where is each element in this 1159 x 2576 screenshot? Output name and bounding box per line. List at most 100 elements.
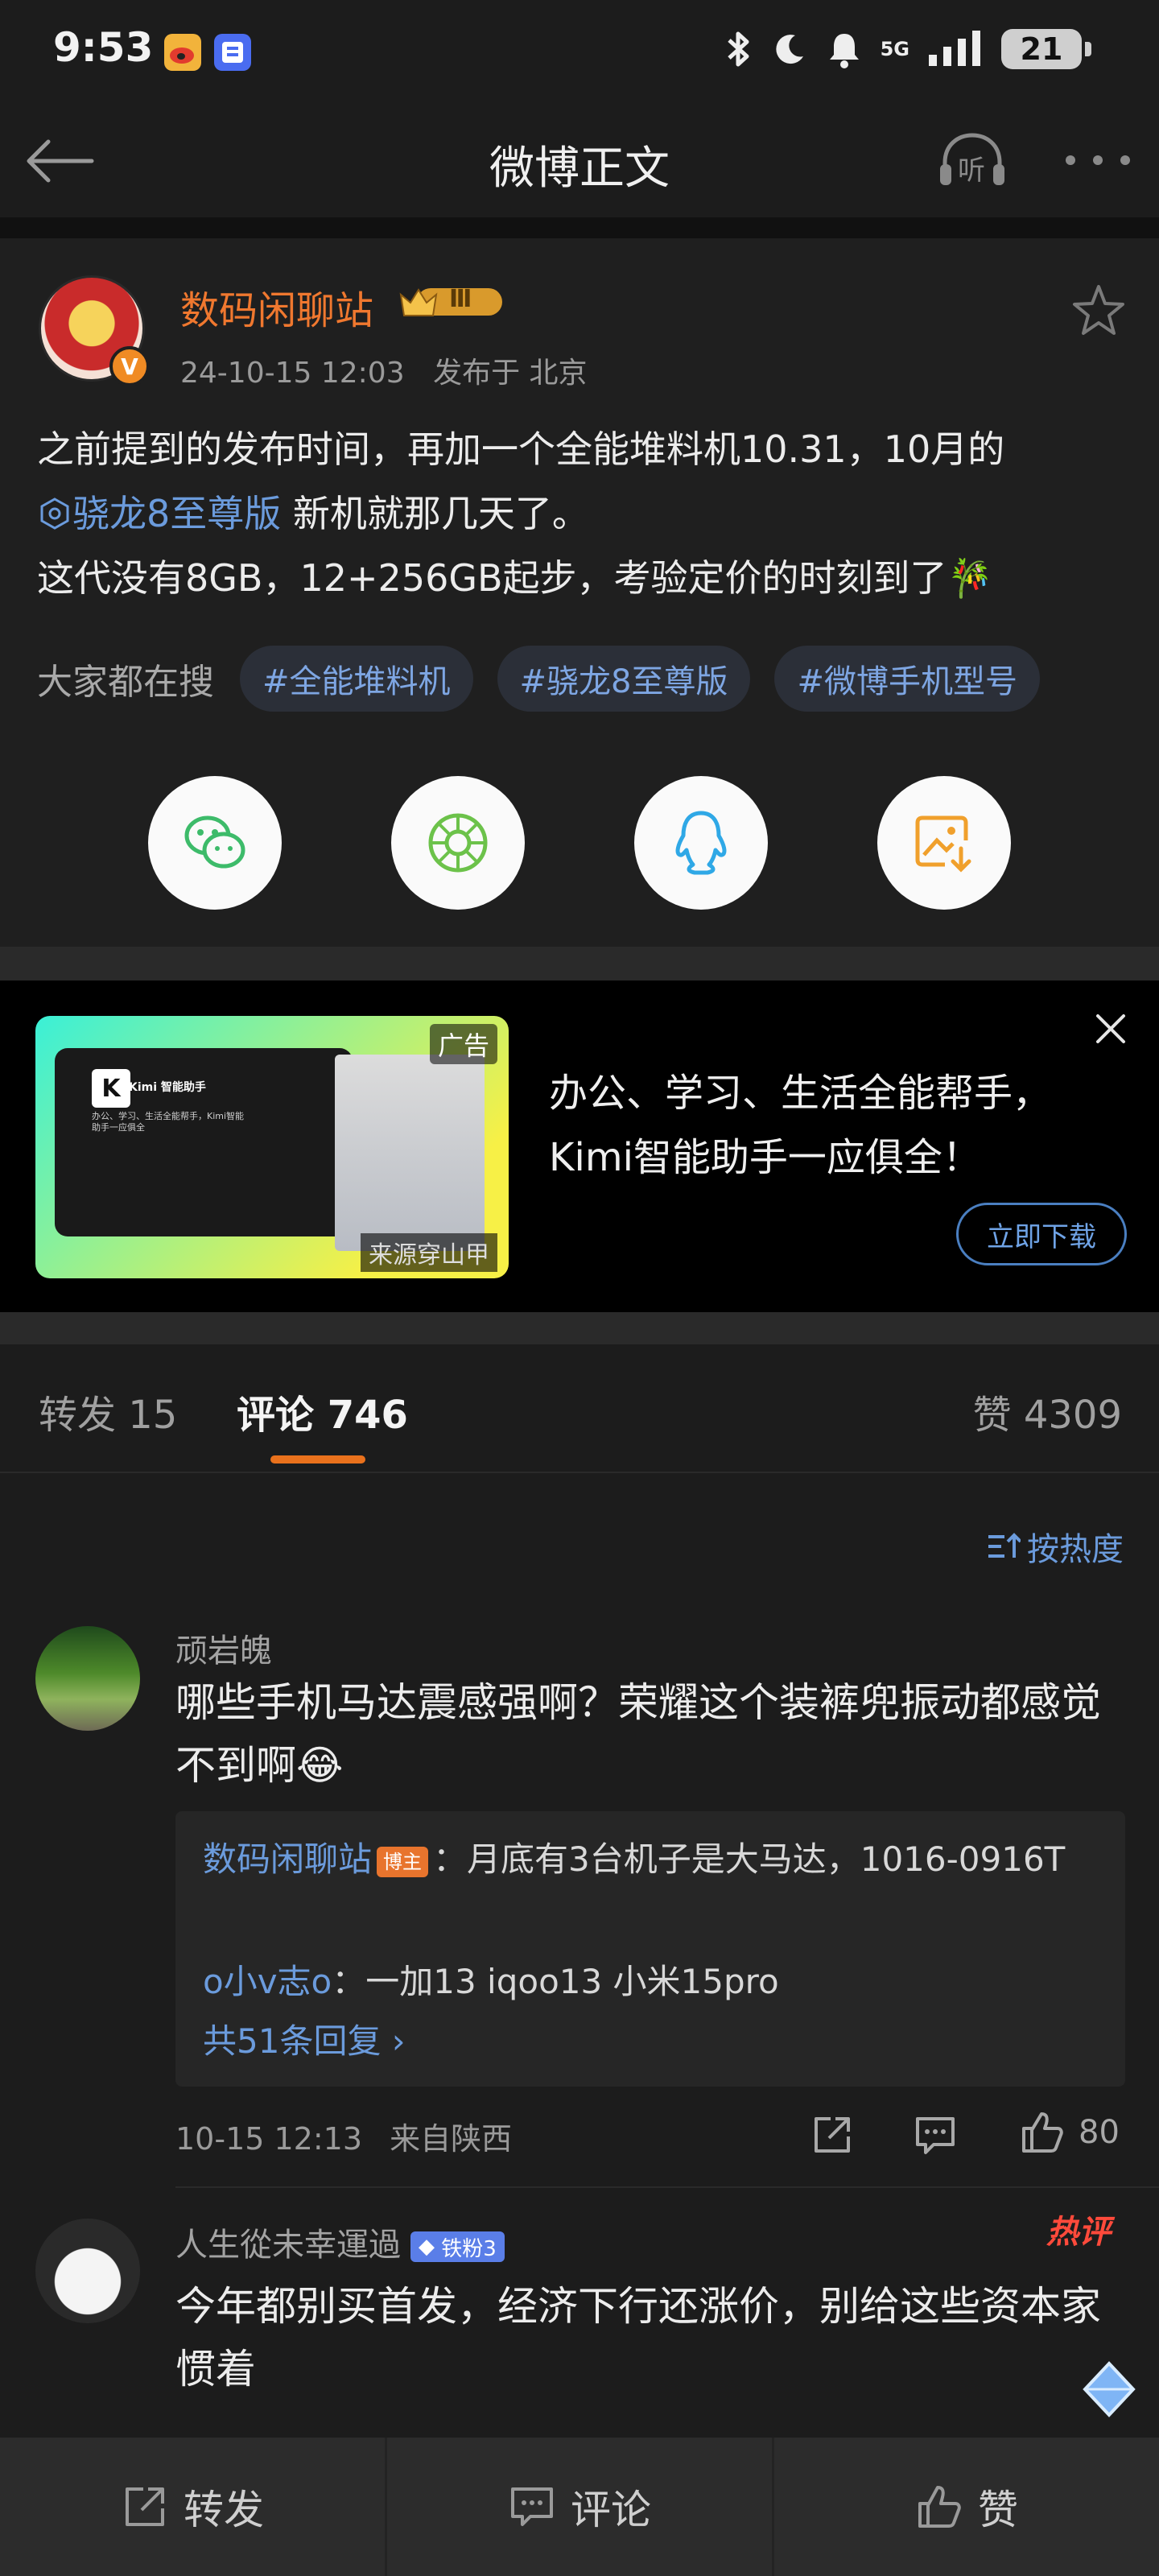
diamond-sticker-icon [1077,2357,1141,2421]
author-name[interactable]: 数码闲聊站 [180,279,373,335]
save-image-icon [915,815,971,873]
reply-text: ：一加13 iqoo13 小米15pro [332,1962,779,2001]
status-indicators: 5G 21 [724,29,1091,69]
post-location: 发布于 北京 [433,357,588,390]
reply-item: 数码闲聊站 博主 ：月底有3台机子是大马达，1016-0916T [203,1829,1104,1890]
search-tag[interactable]: #全能堆料机 [240,646,473,712]
reply-preview[interactable]: 数码闲聊站 博主 ：月底有3台机子是大马达，1016-0916T o小v志o：一加1… [175,1811,1125,2087]
share-moments-button[interactable] [391,776,525,910]
share-row [148,776,1011,910]
repost-button[interactable]: 转发 [0,2438,387,2576]
ad-thumb-title: Kimi 智能助手 [129,1081,206,1094]
comment-meta: 10-15 12:13 来自陕西 [175,2114,512,2158]
ad-banner[interactable]: Kimi 智能助手 办公、学习、生活全能帮手，Kimi智能助手一应俱全 K 广告… [0,980,1159,1312]
share-qq-button[interactable] [634,776,768,910]
sort-button[interactable]: 按热度 [985,1523,1124,1570]
share-icon [815,2117,850,2153]
comment-text: 哪些手机马达震感强啊？荣耀这个装裤兜振动都感觉不到啊😂 [175,1679,1101,1789]
listen-button[interactable]: 听 [934,127,1011,195]
ad-download-button[interactable]: 立即下载 [956,1203,1127,1265]
comment-divider [175,2186,1159,2188]
commenter-name-text[interactable]: 人生從未幸運過 [175,2227,401,2264]
divider [0,1312,1159,1344]
close-icon [1096,1014,1125,1043]
kimi-logo: K [92,1069,130,1108]
tieba-app-icon [214,34,251,71]
post-line-2: 骁龙8至尊版 新机就那几天了。 [37,481,1132,546]
repost-icon [126,2487,164,2526]
fan-badge: ◆ 铁粉3 [410,2231,505,2262]
ad-text-line-1: 办公、学习、生活全能帮手， [549,1071,1052,1116]
wechat-icon [184,815,245,869]
comment-icon [916,2117,955,2154]
tab-likes[interactable]: 赞 4309 [973,1383,1122,1439]
hot-search-row: 大家都在搜 #全能堆料机 #骁龙8至尊版 #微博手机型号 [37,646,1040,712]
signal-icon [929,31,980,66]
reply-text: ：月底有3台机子是大马达，1016-0916T [433,1839,1066,1879]
search-tag[interactable]: #微博手机型号 [774,646,1040,712]
repost-label: 转发 [184,2487,264,2533]
post-line-2-rest: 新机就那几天了。 [292,492,589,535]
topic-link[interactable]: 骁龙8至尊版 [37,492,293,535]
bell-icon [829,34,859,68]
ad-thumb-subtitle: 办公、学习、生活全能帮手，Kimi智能助手一应俱全 [92,1111,245,1133]
commenter-name: 人生從未幸運過 ◆ 铁粉3 [175,2219,505,2265]
tab-repost[interactable]: 转发 15 [39,1383,177,1439]
save-image-button[interactable] [877,776,1011,910]
comment-reply-button[interactable] [913,2112,958,2157]
comment-location: 来自陕西 [390,2121,513,2157]
ad-close-button[interactable] [1091,1009,1130,1048]
topic-label: 骁龙8至尊版 [72,492,282,535]
ad-badge: 广告 [429,1024,497,1064]
bluetooth-icon [727,31,749,67]
comment-label: 评论 [571,2487,651,2533]
qq-icon [675,811,727,875]
more-dots-icon [1066,155,1130,165]
post-line-3: 这代没有8GB，12+256GB起步，考验定价的时刻到了🎋 [37,556,993,600]
thumbs-up-icon [1022,2112,1063,2153]
thumbs-up-icon [918,2486,961,2528]
bottom-action-bar: 转发 评论 赞 [0,2438,1159,2576]
moon-icon [775,35,803,64]
like-button[interactable]: 赞 [774,2438,1159,2576]
hot-comment-badge: 热评 [1046,2214,1111,2251]
share-wechat-button[interactable] [148,776,282,910]
favorite-button[interactable] [1070,282,1127,338]
reply-user[interactable]: 数码闲聊站 [203,1839,372,1879]
level-text: Ⅲ [449,285,472,313]
post-body: 之前提到的发布时间，再加一个全能堆料机10.31，10月的 骁龙8至尊版 新机就… [37,417,1132,610]
more-button[interactable] [1059,140,1136,180]
sort-label: 按热度 [1027,1531,1124,1568]
verified-icon: V [109,346,150,386]
hot-search-label: 大家都在搜 [37,662,214,703]
more-replies-link[interactable]: 共51条回复 › [203,2014,406,2063]
ad-thumb-photo [335,1055,485,1251]
ad-text: 办公、学习、生活全能帮手， Kimi智能助手一应俱全！ [549,1061,1080,1190]
listen-label: 听 [958,155,985,187]
membership-badge[interactable]: Ⅲ [398,282,510,320]
topic-icon [40,497,69,530]
comment-like-button[interactable]: 80 [1019,2109,1120,2156]
fan-badge-text: 铁粉3 [441,2236,497,2261]
divider [0,947,1159,980]
comment-button[interactable]: 评论 [387,2438,774,2576]
status-bar: 9:53 5G 21 [0,0,1159,105]
comment-time: 10-15 12:13 [175,2121,363,2157]
commenter-name[interactable]: 顽岩魄 [175,1624,272,1671]
ad-thumbnail[interactable]: Kimi 智能助手 办公、学习、生活全能帮手，Kimi智能助手一应俱全 K 广告… [35,1016,509,1278]
star-icon [1073,285,1124,335]
commenter-avatar[interactable] [35,2219,140,2323]
search-tag[interactable]: #骁龙8至尊版 [497,646,751,712]
comment-icon [511,2487,553,2526]
reply-item: o小v志o：一加13 iqoo13 小米15pro [203,1951,1104,2013]
post-card: V 数码闲聊站 Ⅲ 24-10-15 12:03 发布于 北京 之前提到的发布时… [0,238,1159,947]
reply-user[interactable]: o小v志o [203,1962,332,2001]
like-count: 80 [1079,2114,1120,2151]
commenter-avatar[interactable] [35,1626,140,1731]
tabs-bar: 转发 15 评论 746 赞 4309 [0,1344,1159,1473]
tab-comments[interactable]: 评论 746 [237,1383,408,1439]
post-meta: 24-10-15 12:03 发布于 北京 [180,349,588,391]
post-line-1: 之前提到的发布时间，再加一个全能堆料机10.31，10月的 [37,427,1005,471]
comment-share-button[interactable] [810,2112,855,2157]
ad-text-line-2: Kimi智能助手一应俱全！ [549,1135,981,1180]
